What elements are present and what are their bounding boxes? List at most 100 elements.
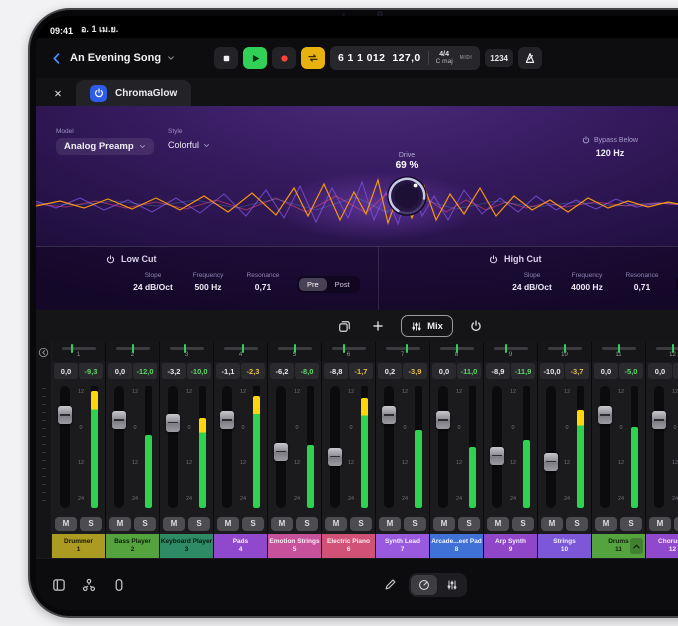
mute-button[interactable]: M [649, 517, 671, 531]
pan-slider[interactable] [332, 347, 366, 350]
volume-value[interactable]: 0,0 [648, 363, 672, 379]
volume-fader[interactable] [654, 386, 664, 508]
volume-fader[interactable] [114, 386, 124, 508]
model-selector[interactable]: Analog Preamp [56, 138, 154, 155]
drive-knob[interactable] [386, 175, 428, 217]
pre-button[interactable]: Pre [299, 278, 327, 291]
style-selector[interactable]: Colorful [168, 140, 210, 150]
mute-button[interactable]: M [271, 517, 293, 531]
volume-fader[interactable] [546, 386, 556, 508]
volume-value[interactable]: 0,0 [54, 363, 78, 379]
bypass-below-value[interactable]: 120 Hz [562, 148, 658, 158]
mute-button[interactable]: M [541, 517, 563, 531]
metronome-button[interactable] [518, 47, 542, 69]
pan-slider[interactable] [116, 347, 150, 350]
volume-value[interactable]: -1,1 [216, 363, 240, 379]
duplicate-button[interactable] [333, 315, 355, 337]
volume-value[interactable]: 0,2 [378, 363, 402, 379]
track-label[interactable]: Drummer 1 [52, 534, 105, 558]
volume-fader[interactable] [384, 386, 394, 508]
edit-button[interactable] [384, 578, 397, 591]
volume-value[interactable]: -8,8 [324, 363, 348, 379]
volume-fader[interactable] [600, 386, 610, 508]
mute-button[interactable]: M [109, 517, 131, 531]
solo-button[interactable]: S [350, 517, 372, 531]
track-label[interactable]: Drums 11 [592, 534, 645, 558]
pan-slider[interactable] [224, 347, 258, 350]
track-label[interactable]: Strings 10 [538, 534, 591, 558]
mixer-disclosure-icon[interactable] [38, 347, 49, 358]
solo-button[interactable]: S [620, 517, 642, 531]
mixer-power-button[interactable] [465, 315, 487, 337]
pan-slider[interactable] [62, 347, 96, 350]
cycle-button[interactable] [301, 47, 325, 69]
volume-fader[interactable] [276, 386, 286, 508]
volume-fader[interactable] [168, 386, 178, 508]
volume-value[interactable]: 0,0 [594, 363, 618, 379]
solo-button[interactable]: S [458, 517, 480, 531]
level-value[interactable]: 0,0 [656, 147, 678, 157]
fader-cap[interactable] [544, 453, 558, 471]
fader-cap[interactable] [112, 411, 126, 429]
solo-button[interactable]: S [404, 517, 426, 531]
volume-value[interactable]: 0,0 [108, 363, 132, 379]
solo-button[interactable]: S [512, 517, 534, 531]
browsers-button[interactable] [52, 578, 66, 592]
mute-button[interactable]: M [433, 517, 455, 531]
volume-value[interactable]: -8,9 [486, 363, 510, 379]
power-icon[interactable] [106, 255, 115, 264]
level-control[interactable]: Level 0,0 [656, 136, 678, 157]
track-label[interactable]: Keyboard Player 3 [160, 534, 213, 558]
track-label[interactable]: Pads 4 [214, 534, 267, 558]
volume-fader[interactable] [60, 386, 70, 508]
solo-button[interactable]: S [296, 517, 318, 531]
volume-fader[interactable] [330, 386, 340, 508]
fader-cap[interactable] [490, 447, 504, 465]
song-title[interactable]: An Evening Song [70, 52, 161, 64]
pan-slider[interactable] [602, 347, 636, 350]
low-cut-resonance[interactable]: Resonance 0,71 [242, 272, 284, 292]
mute-button[interactable]: M [325, 517, 347, 531]
fader-cap[interactable] [328, 448, 342, 466]
back-button[interactable] [48, 48, 64, 68]
low-cut-slope[interactable]: Slope 24 dB/Oct [132, 272, 174, 292]
mixer-toggle-button[interactable] [439, 575, 465, 595]
solo-button[interactable]: S [134, 517, 156, 531]
pan-slider[interactable] [656, 347, 678, 350]
fader-cap[interactable] [220, 411, 234, 429]
high-cut-resonance[interactable]: Resonance 0,71 [621, 272, 663, 292]
track-label[interactable]: Arcade...eet Pad 8 [430, 534, 483, 558]
mute-button[interactable]: M [379, 517, 401, 531]
pan-slider[interactable] [278, 347, 312, 350]
volume-value[interactable]: -10,0 [540, 363, 564, 379]
volume-value[interactable]: 0,0 [432, 363, 456, 379]
solo-button[interactable]: S [242, 517, 264, 531]
fader-cap[interactable] [274, 443, 288, 461]
high-cut-frequency[interactable]: Frequency 4000 Hz [566, 272, 608, 292]
fader-cap[interactable] [598, 406, 612, 424]
volume-value[interactable]: -6,2 [270, 363, 294, 379]
pan-slider[interactable] [548, 347, 582, 350]
close-plugin-button[interactable] [48, 80, 68, 106]
editor-toggle-button[interactable] [411, 575, 437, 595]
mute-button[interactable]: M [487, 517, 509, 531]
track-expand-button[interactable] [630, 538, 643, 554]
track-label[interactable]: Chorus V 12 [646, 534, 678, 558]
solo-button[interactable]: S [188, 517, 210, 531]
pan-slider[interactable] [386, 347, 420, 350]
fader-cap[interactable] [436, 411, 450, 429]
fader-cap[interactable] [652, 411, 666, 429]
add-track-button[interactable] [367, 315, 389, 337]
playhead-position[interactable]: 6 1 1 012 [338, 52, 385, 64]
volume-fader[interactable] [492, 386, 502, 508]
power-icon[interactable] [489, 255, 498, 264]
mute-button[interactable]: M [163, 517, 185, 531]
solo-button[interactable]: S [674, 517, 678, 531]
volume-value[interactable]: -3,2 [162, 363, 186, 379]
lcd-display[interactable]: 6 1 1 012 127,0 4/4 C maj MIDI [330, 46, 480, 70]
track-label[interactable]: Synth Lead 7 [376, 534, 429, 558]
volume-fader[interactable] [438, 386, 448, 508]
count-in-button[interactable]: 1234 [485, 49, 513, 67]
pan-slider[interactable] [494, 347, 528, 350]
mute-button[interactable]: M [55, 517, 77, 531]
